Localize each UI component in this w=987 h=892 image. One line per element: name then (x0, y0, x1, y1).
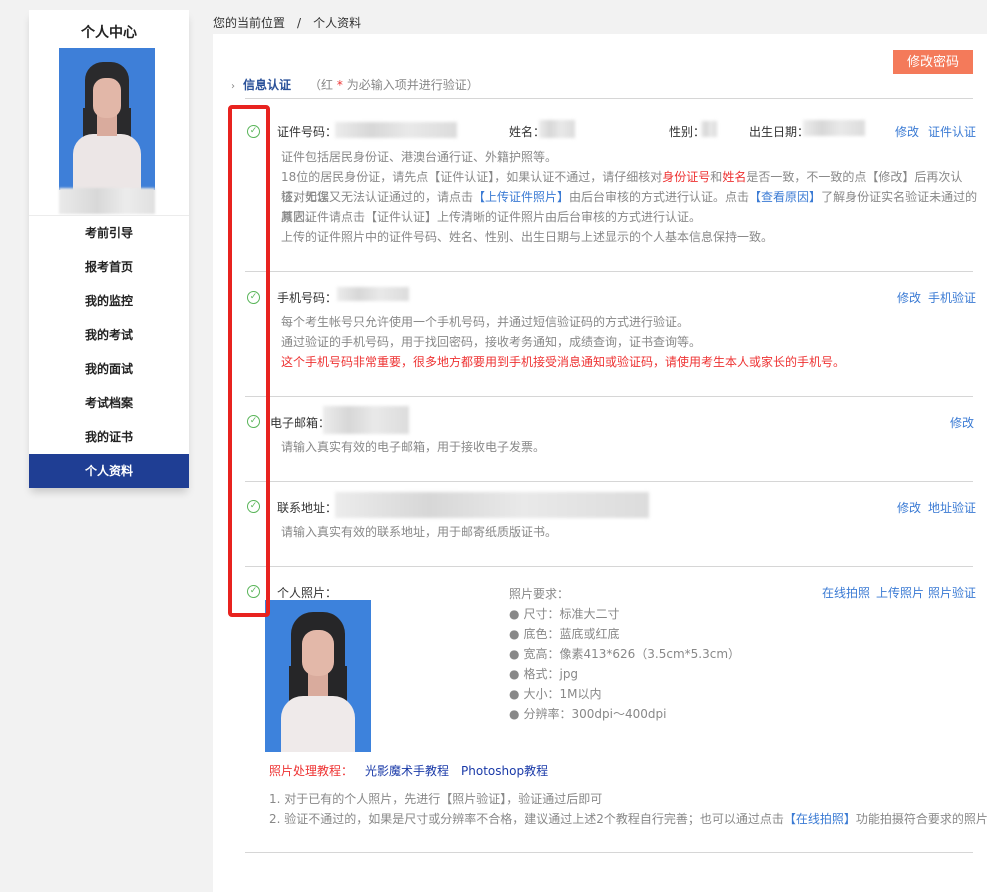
divider (245, 566, 973, 567)
verified-check-icon: ✓ (247, 125, 260, 138)
verified-check-icon: ✓ (247, 291, 260, 304)
sidebar-item-my-interviews[interactable]: 我的面试 (29, 352, 189, 386)
tutorial-link-photoshop[interactable]: Photoshop教程 (461, 764, 548, 778)
profile-photo (265, 600, 371, 752)
sidebar-item-my-certificates[interactable]: 我的证书 (29, 420, 189, 454)
online-photo-link[interactable]: 在线拍照 (822, 584, 870, 601)
photo-req-title: 照片要求： (509, 587, 570, 601)
email-label: 电子邮箱： (270, 416, 331, 430)
divider (245, 396, 973, 397)
phone-verify-link[interactable]: 手机验证 (928, 289, 976, 306)
tutorial-link-guangying[interactable]: 光影魔术手教程 (365, 764, 449, 778)
sidebar-nav: 考前引导 报考首页 我的监控 我的考试 我的面试 考试档案 我的证书 个人资料 (29, 216, 189, 488)
breadcrumb-prefix: 您的当前位置 (213, 16, 286, 30)
photo-req-item: ● 分辨率：300dpi～400dpi (509, 707, 667, 721)
online-photo-inline-link[interactable]: 【在线拍照】 (784, 812, 856, 826)
address-edit-link[interactable]: 修改 (897, 499, 921, 516)
upload-id-photo-link[interactable]: 【上传证件照片】 (473, 190, 569, 204)
email-edit-link[interactable]: 修改 (950, 414, 974, 431)
phone-note-2: 通过验证的手机号码，用于找回密码，接收考务通知，成绩查询，证书查询等。 (281, 335, 702, 349)
sidebar: 个人中心 考前引导 报考首页 我的监控 我的考试 我的面试 考试档案 我的证书 … (29, 10, 189, 488)
id-number-value-blurred (335, 122, 457, 138)
phone-value-blurred (337, 287, 409, 301)
tutorial-label: 照片处理教程： (269, 764, 354, 778)
photo-tip-2: 2. 验证不通过的，如果是尺寸或分辨率不合格，建议通过上述2个教程自行完善；也可… (269, 812, 987, 826)
gender-value-blurred (701, 121, 717, 137)
breadcrumb-current: 个人资料 (313, 16, 362, 30)
address-value-blurred (335, 492, 649, 518)
photo-requirements: 照片要求： ● 尺寸：标准大二寸 ● 底色：蓝底或红底 ● 宽高：像素413*626（… (509, 584, 740, 724)
id-note-3: 其它证件请点击【证件认证】上传清晰的证件照片由后台审核的方式进行认证。 (281, 210, 702, 224)
photo-tutorials: 照片处理教程： 光影魔术手教程 Photoshop教程 (269, 762, 548, 779)
change-password-button[interactable]: 修改密码 (893, 50, 973, 74)
id-verify-link[interactable]: 证件认证 (928, 123, 976, 140)
avatar (59, 48, 155, 190)
id-note-1: 证件包括居民身份证、港澳台通行证、外籍护照等。 (281, 150, 558, 164)
photo-req-item: ● 尺寸：标准大二寸 (509, 607, 620, 621)
email-note-1: 请输入真实有效的电子邮箱，用于接收电子发票。 (281, 440, 546, 454)
id-edit-link[interactable]: 修改 (895, 123, 919, 140)
verified-check-icon: ✓ (247, 500, 260, 513)
divider (245, 481, 973, 482)
divider (245, 271, 973, 272)
sidebar-item-profile[interactable]: 个人资料 (29, 454, 189, 488)
sidebar-item-exam-archive[interactable]: 考试档案 (29, 386, 189, 420)
main-panel: 修改密码 › 信息认证 （红 * 为必输入项并进行验证） ✓ 证件号码： 姓名： 性… (213, 34, 987, 892)
birth-date-label: 出生日期： (749, 125, 810, 139)
address-verify-link[interactable]: 地址验证 (928, 499, 976, 516)
verified-check-icon: ✓ (247, 585, 260, 598)
phone-note-1: 每个考生帐号只允许使用一个手机号码，并通过短信验证码的方式进行验证。 (281, 315, 690, 329)
verified-check-icon: ✓ (247, 415, 260, 428)
address-note-1: 请输入真实有效的联系地址，用于邮寄纸质版证书。 (281, 525, 558, 539)
section-note: （红 * 为必输入项并进行验证） (309, 78, 479, 92)
gender-label: 性别： (669, 125, 706, 139)
section-header: › 信息认证 （红 * 为必输入项并进行验证） (231, 76, 479, 93)
sidebar-title: 个人中心 (81, 25, 137, 41)
photo-req-item: ● 大小：1M以内 (509, 687, 602, 701)
id-number-label: 证件号码： (277, 125, 338, 139)
photo-tip-1: 1. 对于已有的个人照片，先进行【照片验证】，验证通过后即可 (269, 792, 603, 806)
sidebar-item-my-monitor[interactable]: 我的监控 (29, 284, 189, 318)
user-name-blurred (59, 188, 155, 214)
phone-label: 手机号码： (277, 291, 338, 305)
email-value-blurred (323, 406, 409, 434)
breadcrumb-separator: / (297, 16, 302, 30)
divider (245, 852, 973, 853)
photo-req-item: ● 宽高：像素413*626（3.5cm*5.3cm） (509, 647, 741, 661)
sidebar-item-register-home[interactable]: 报考首页 (29, 250, 189, 284)
photo-req-item: ● 格式：jpg (509, 667, 579, 681)
phone-note-3: 这个手机号码非常重要，很多地方都要用到手机接受消息通知或验证码，请使用考生本人或… (281, 355, 846, 369)
phone-edit-link[interactable]: 修改 (897, 289, 921, 306)
section-title: 信息认证 (243, 78, 292, 92)
birth-date-value-blurred (803, 120, 865, 136)
sidebar-item-my-exams[interactable]: 我的考试 (29, 318, 189, 352)
photo-req-item: ● 底色：蓝底或红底 (509, 627, 620, 641)
chevron-right-icon: › (231, 81, 235, 92)
id-note-4: 上传的证件照片中的证件号码、姓名、性别、出生日期与上述显示的个人基本信息保持一致… (281, 230, 774, 244)
sidebar-item-exam-guide[interactable]: 考前引导 (29, 216, 189, 250)
view-reason-link[interactable]: 【查看原因】 (749, 190, 821, 204)
divider (245, 98, 973, 99)
breadcrumb: 您的当前位置 / 个人资料 (213, 14, 361, 31)
photo-label: 个人照片： (277, 586, 338, 600)
address-label: 联系地址： (277, 501, 338, 515)
name-value-blurred (539, 120, 575, 138)
photo-verify-link[interactable]: 照片验证 (928, 584, 976, 601)
upload-photo-link[interactable]: 上传照片 (876, 584, 924, 601)
